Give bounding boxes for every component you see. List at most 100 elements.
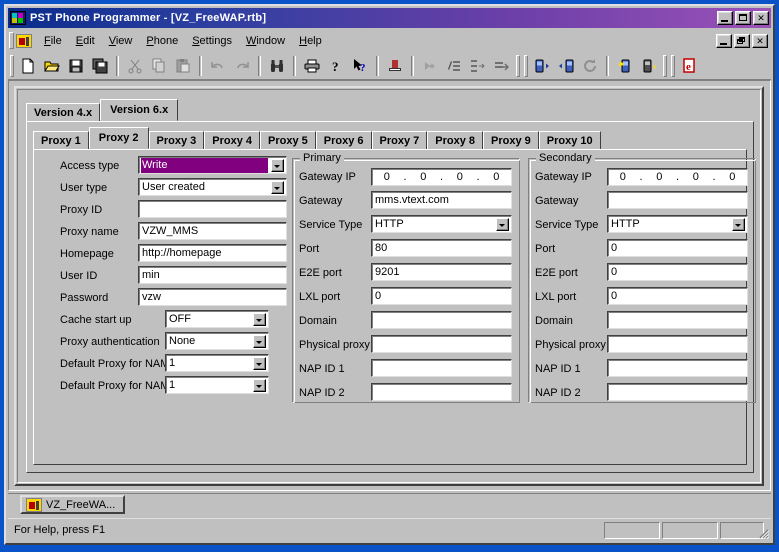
tab-proxy-6[interactable]: Proxy 6: [315, 131, 372, 149]
ip-octet-4[interactable]: 0: [718, 170, 748, 185]
proxy-id-input[interactable]: [138, 200, 287, 218]
menu-item-phone[interactable]: Phone: [139, 33, 185, 49]
tab-version-4x[interactable]: Version 4.x: [26, 103, 101, 121]
secondary-lxl-port-input[interactable]: 0: [607, 287, 748, 305]
toolbar-drag-grip[interactable]: [671, 54, 675, 77]
paste-clipboard-icon[interactable]: [171, 54, 195, 77]
secondary-gateway-ip-input[interactable]: 0 . 0 . 0 . 0: [607, 168, 748, 186]
save-all-icon[interactable]: [88, 54, 112, 77]
child-restore-button[interactable]: [734, 33, 750, 48]
copy-icon[interactable]: [147, 54, 171, 77]
phone-new-icon[interactable]: [613, 54, 637, 77]
new-icon[interactable]: [16, 54, 40, 77]
refresh-phone-icon[interactable]: [578, 54, 602, 77]
chevron-down-icon[interactable]: [271, 181, 284, 194]
print-icon[interactable]: [300, 54, 324, 77]
phone-detect-icon[interactable]: [637, 54, 661, 77]
primary-nap-id-1-input[interactable]: [371, 359, 512, 377]
document-tab-vz-freewap[interactable]: VZ_FreeWA...: [20, 495, 126, 514]
menu-item-window[interactable]: Window: [239, 33, 292, 49]
help-question-icon[interactable]: ?: [324, 54, 348, 77]
ip-octet-2[interactable]: 0: [409, 170, 439, 185]
tab-proxy-2[interactable]: Proxy 2: [88, 127, 149, 149]
redo-arrow-icon[interactable]: [230, 54, 254, 77]
tab-proxy-5[interactable]: Proxy 5: [260, 131, 316, 149]
access-type-combo[interactable]: Write: [138, 156, 287, 174]
primary-port-input[interactable]: 80: [371, 239, 512, 257]
primary-gateway-input[interactable]: mms.vtext.com: [371, 191, 512, 209]
secondary-service-type-combo[interactable]: HTTP: [607, 215, 748, 233]
secondary-nap-id-2-input[interactable]: [607, 383, 748, 401]
cache-start-up-combo[interactable]: OFF: [165, 310, 269, 328]
ip-octet-4[interactable]: 0: [482, 170, 512, 185]
secondary-domain-input[interactable]: [607, 311, 748, 329]
menu-item-settings[interactable]: Settings: [185, 33, 239, 49]
chevron-down-icon[interactable]: [253, 357, 266, 370]
read-from-phone-icon[interactable]: [530, 54, 554, 77]
primary-lxl-port-input[interactable]: 0: [371, 287, 512, 305]
primary-e2e-port-input[interactable]: 9201: [371, 263, 512, 281]
secondary-gateway-input[interactable]: [607, 191, 748, 209]
save-disk-icon[interactable]: [64, 54, 88, 77]
tree-expand-icon[interactable]: [466, 54, 490, 77]
ip-octet-3[interactable]: 0: [445, 170, 475, 185]
secondary-physical-proxy-input[interactable]: [607, 335, 748, 353]
minimize-button[interactable]: [717, 11, 733, 25]
tab-proxy-4[interactable]: Proxy 4: [204, 131, 260, 149]
context-help-icon[interactable]: ?: [348, 54, 372, 77]
default-proxy-nam2-combo[interactable]: 1: [165, 376, 269, 394]
list-edit-icon[interactable]: [442, 54, 466, 77]
toolbar-drag-grip[interactable]: [663, 54, 667, 77]
play-star-icon[interactable]: [418, 54, 442, 77]
ip-octet-2[interactable]: 0: [645, 170, 675, 185]
homepage-input[interactable]: http://homepage: [138, 244, 287, 262]
primary-gateway-ip-input[interactable]: 0 . 0 . 0 . 0: [371, 168, 512, 186]
ip-octet-1[interactable]: 0: [608, 170, 638, 185]
tab-proxy-8[interactable]: Proxy 8: [427, 131, 483, 149]
menu-item-view[interactable]: View: [102, 33, 140, 49]
proxy-name-input[interactable]: VZW_MMS: [138, 222, 287, 240]
secondary-nap-id-1-input[interactable]: [607, 359, 748, 377]
chevron-down-icon[interactable]: [732, 218, 745, 231]
tab-proxy-3[interactable]: Proxy 3: [148, 131, 205, 149]
secondary-e2e-port-input[interactable]: 0: [607, 263, 748, 281]
secondary-port-input[interactable]: 0: [607, 239, 748, 257]
user-id-input[interactable]: min: [138, 266, 287, 284]
open-folder-icon[interactable]: [40, 54, 64, 77]
cut-scissors-icon[interactable]: [123, 54, 147, 77]
child-close-button[interactable]: ✕: [752, 33, 768, 48]
find-binoculars-icon[interactable]: [265, 54, 289, 77]
primary-service-type-combo[interactable]: HTTP: [371, 215, 512, 233]
document-red-icon[interactable]: e: [677, 54, 701, 77]
user-type-combo[interactable]: User created: [138, 178, 287, 196]
document-icon[interactable]: [16, 33, 32, 48]
phone-antenna-icon[interactable]: [383, 54, 407, 77]
undo-arrow-icon[interactable]: [206, 54, 230, 77]
tab-proxy-9[interactable]: Proxy 9: [483, 131, 539, 149]
close-button[interactable]: ✕: [753, 11, 769, 25]
write-to-phone-icon[interactable]: [554, 54, 578, 77]
menu-item-help[interactable]: Help: [292, 33, 329, 49]
menu-item-edit[interactable]: Edit: [69, 33, 102, 49]
chevron-down-icon[interactable]: [253, 335, 266, 348]
resize-grip-icon[interactable]: [755, 525, 769, 539]
tab-proxy-7[interactable]: Proxy 7: [371, 131, 428, 149]
menu-drag-grip[interactable]: [9, 32, 14, 49]
toolbar-drag-grip[interactable]: [516, 54, 520, 77]
chevron-down-icon[interactable]: [253, 379, 266, 392]
primary-domain-input[interactable]: [371, 311, 512, 329]
primary-nap-id-2-input[interactable]: [371, 383, 512, 401]
ip-octet-1[interactable]: 0: [372, 170, 402, 185]
menu-item-file[interactable]: File: [37, 33, 69, 49]
ip-octet-3[interactable]: 0: [681, 170, 711, 185]
chevron-down-icon[interactable]: [496, 218, 509, 231]
child-minimize-button[interactable]: [716, 33, 732, 48]
arrow-right-bar-icon[interactable]: [490, 54, 514, 77]
default-proxy-nam1-combo[interactable]: 1: [165, 354, 269, 372]
toolbar-drag-grip[interactable]: [10, 54, 14, 77]
maximize-button[interactable]: [735, 11, 751, 25]
chevron-down-icon[interactable]: [271, 159, 284, 172]
tab-proxy-1[interactable]: Proxy 1: [33, 131, 89, 149]
toolbar-drag-grip[interactable]: [524, 54, 528, 77]
chevron-down-icon[interactable]: [253, 313, 266, 326]
